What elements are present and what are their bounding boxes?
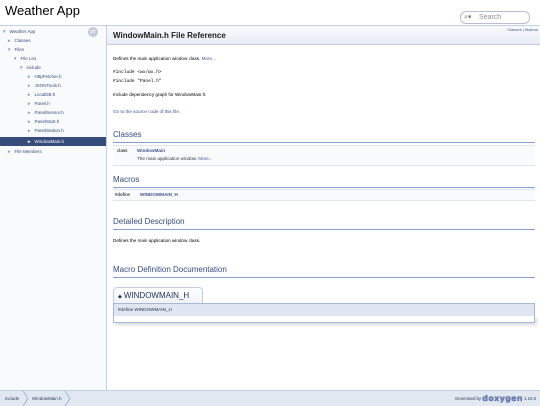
sidebar-item-files[interactable]: ▼ Files	[7, 45, 24, 54]
sidebar-item-file-members[interactable]: ► File Members	[7, 147, 42, 156]
section-divider	[113, 229, 535, 230]
class-link-windowmain[interactable]: WindowMain	[137, 148, 165, 153]
include-line: #include "Panel.h"	[113, 79, 162, 84]
member-kind: #define	[115, 192, 131, 197]
search-icon[interactable]: ⌕▾	[464, 12, 471, 23]
macro-link-windowmain-h[interactable]: WINDOWMAIN_H	[140, 192, 178, 197]
sidebar-item-weather-app[interactable]: ▼ Weather App	[2, 27, 35, 36]
breadcrumb-include[interactable]: include	[5, 391, 19, 406]
class-brief: The main application window. More...	[137, 156, 213, 161]
memdoc-title: ◆ WINDOWMAIN_H	[113, 287, 203, 304]
sidebar-item-panelstation[interactable]: ► PanelStation.h	[27, 126, 64, 135]
footer-nav-path: include WindowMain.h Generated by doxyge…	[0, 390, 540, 406]
main-content: WindowMain.h File Reference Classes | Ma…	[107, 26, 540, 390]
class-member-row: class WindowMain The main application wi…	[113, 145, 535, 166]
sidebar-item-panel[interactable]: ► Panel.h	[27, 99, 50, 108]
include-line: #include <wx/wx.h>	[113, 70, 162, 75]
section-divider	[113, 277, 535, 278]
expand-arrow-icon[interactable]: ▼	[2, 29, 6, 34]
sidebar-item-windowmain[interactable]: ► WindowMain.h	[0, 137, 106, 146]
source-code-link[interactable]: Go to the source code of this file.	[113, 109, 180, 114]
section-divider	[113, 187, 535, 188]
macro-doc-body	[113, 316, 535, 323]
expand-arrow-icon[interactable]: ►	[27, 74, 31, 79]
detailed-description-text: Defines the main application window clas…	[113, 238, 201, 243]
section-title-macro-doc: Macro Definition Documentation	[113, 265, 227, 274]
expand-arrow-icon[interactable]: ►	[27, 83, 31, 88]
macro-prototype: #define WINDOWMAIN_H	[113, 303, 535, 317]
expand-arrow-icon[interactable]: ►	[27, 119, 31, 124]
diamond-icon: ◆	[118, 294, 122, 300]
search-box[interactable]: ⌕▾ Search	[460, 11, 530, 24]
summary-links: Classes | Macros	[507, 27, 538, 32]
member-kind: class	[117, 148, 128, 153]
breadcrumb-windowmain[interactable]: WindowMain.h	[32, 391, 62, 406]
search-input[interactable]: Search	[479, 12, 501, 23]
breadcrumb-separator-icon	[22, 391, 29, 406]
sidebar-nav-tree: ⇄ ▼ Weather App ► Classes ▼ Files ▼ File Lis…	[0, 26, 107, 390]
sync-toggle-icon[interactable]: ⇄	[88, 27, 98, 37]
app-title: Weather App	[5, 3, 80, 18]
sidebar-item-file-list[interactable]: ▼ File List	[13, 54, 36, 63]
section-title-macros: Macros	[113, 175, 140, 184]
dependency-graph-label: Include dependency graph for WindowMain.…	[113, 92, 207, 97]
section-title-detailed: Detailed Description	[113, 217, 185, 226]
sidebar-item-httpfetcher[interactable]: ► HttpFetcher.h	[27, 72, 61, 81]
expand-arrow-icon[interactable]: ►	[7, 149, 11, 154]
sidebar-item-include[interactable]: ▼ include	[19, 63, 41, 72]
breadcrumb-separator-icon	[64, 391, 71, 406]
sidebar-item-panelstart[interactable]: ► PanelStart.h	[27, 117, 59, 126]
expand-arrow-icon[interactable]: ►	[27, 101, 31, 106]
expand-arrow-icon[interactable]: ►	[27, 128, 31, 133]
sidebar-item-classes[interactable]: ► Classes	[7, 36, 30, 45]
expand-arrow-icon[interactable]: ▼	[19, 65, 23, 70]
more-link[interactable]: More...	[202, 56, 216, 61]
section-title-classes: Classes	[113, 130, 142, 139]
expand-arrow-icon[interactable]: ►	[27, 139, 31, 144]
macro-member-row: #define WINDOWMAIN_H	[113, 189, 535, 201]
sidebar-item-jsontools[interactable]: ► JSONTools.h	[27, 81, 61, 90]
section-divider	[113, 142, 535, 143]
expand-arrow-icon[interactable]: ▼	[7, 47, 11, 52]
generated-by: Generated by doxygen 1.10.0	[455, 391, 536, 406]
sidebar-item-panelsensor[interactable]: ► PanelSensor.h	[27, 108, 64, 117]
more-link[interactable]: More...	[198, 156, 212, 161]
macro-doc-block: ◆ WINDOWMAIN_H #define WINDOWMAIN_H	[113, 287, 535, 345]
page-title: WindowMain.h File Reference	[113, 31, 226, 40]
summary-link-classes[interactable]: Classes	[507, 27, 521, 32]
page-header: WindowMain.h File Reference Classes | Ma…	[107, 26, 540, 45]
doxygen-logo[interactable]: doxygen	[482, 391, 523, 406]
brief-description: Defines the main application window clas…	[113, 56, 216, 61]
expand-arrow-icon[interactable]: ►	[7, 38, 11, 43]
expand-arrow-icon[interactable]: ►	[27, 110, 31, 115]
sidebar-item-localdb[interactable]: ► LocalDB.h	[27, 90, 55, 99]
top-header: Weather App ⌕▾ Search	[0, 0, 540, 26]
expand-arrow-icon[interactable]: ►	[27, 92, 31, 97]
summary-link-macros[interactable]: Macros	[525, 27, 538, 32]
expand-arrow-icon[interactable]: ▼	[13, 56, 17, 61]
